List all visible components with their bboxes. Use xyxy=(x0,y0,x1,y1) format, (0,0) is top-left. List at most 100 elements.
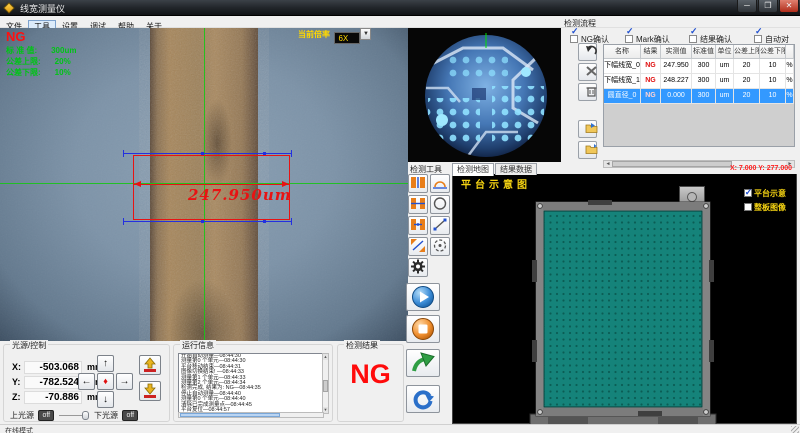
stage-up-icon[interactable] xyxy=(139,355,161,375)
upper-light-state[interactable]: off xyxy=(38,410,54,421)
checkbox-box-icon[interactable]: ✓ xyxy=(744,189,752,197)
minimize-icon[interactable]: ─ xyxy=(737,0,757,13)
cell-name: 下幅线宽_1 xyxy=(604,74,641,88)
delete-cross-icon[interactable] xyxy=(578,63,597,81)
menu-bar: 文件工具设置调试帮助关于 xyxy=(0,16,800,28)
lower-light-label: 下光源 xyxy=(94,411,118,420)
stop-icon[interactable] xyxy=(406,315,440,343)
camera-view[interactable]: 247.950um NG 标 准 值:300um公差上限:20%公差下限:10%… xyxy=(0,28,408,341)
column-header: 实测值 xyxy=(661,45,692,58)
maximize-icon[interactable]: ❐ xyxy=(758,0,778,13)
tab-map[interactable]: 检测地图 xyxy=(452,163,494,176)
cell-unit: um xyxy=(716,59,734,73)
log-panel-title: 运行信息 xyxy=(180,340,216,351)
cell-unit: um xyxy=(716,89,734,103)
table-row[interactable]: 圆直径_0NG0.000300um2010% xyxy=(604,89,794,104)
arrow-left-icon[interactable]: ← xyxy=(78,373,95,390)
folder-open-icon[interactable] xyxy=(578,120,597,138)
process-checkbox-row: ✓NG确认✓Mark确认✓结果确认✓自动对焦 xyxy=(564,29,796,40)
cell-result: NG xyxy=(641,74,661,88)
cell-standard: 300 xyxy=(692,89,716,103)
gear-icon[interactable] xyxy=(408,258,428,277)
cell-pct: % xyxy=(786,59,794,73)
camera-info-line: 公差下限:10% xyxy=(6,67,76,78)
rotate-icon[interactable] xyxy=(578,43,597,61)
play-icon[interactable] xyxy=(406,283,440,311)
microscope-round-view xyxy=(408,28,561,162)
checkbox-label: 结果确认 xyxy=(700,35,732,44)
width-measure2-icon[interactable] xyxy=(408,195,428,214)
process-panel-title: 检测流程 xyxy=(564,18,596,29)
measure-upper-line xyxy=(123,153,292,154)
app-window: 线宽测量仪 ─ ❐ ✕ 文件工具设置调试帮助关于 247. xyxy=(0,0,800,433)
cell-lower: 10 xyxy=(760,89,786,103)
folder-save-icon[interactable] xyxy=(578,141,597,159)
resize-grip[interactable] xyxy=(791,426,799,433)
table-empty-area xyxy=(604,104,794,146)
trash-icon[interactable] xyxy=(578,83,597,101)
lower-light-control: 下光源 off xyxy=(94,405,169,417)
map-overlay-整板图像[interactable]: 整板图像 xyxy=(744,202,786,213)
control-panel-title: 光源/控制 xyxy=(10,340,48,351)
lower-light-state[interactable]: off xyxy=(122,410,138,421)
platform-board xyxy=(528,200,718,433)
column-header: 标准值 xyxy=(692,45,716,58)
width-measure3-icon[interactable] xyxy=(408,216,428,235)
column-header xyxy=(786,45,794,58)
info-label: 公差上限: xyxy=(6,57,41,66)
control-panel: 光源/控制 X:-503.068mmY:-782.524mmZ:-70.886m… xyxy=(3,344,170,422)
point-circle-icon[interactable] xyxy=(430,237,450,256)
info-value: 10% xyxy=(55,68,71,77)
column-header: 单位 xyxy=(716,45,734,58)
axis-label: Z: xyxy=(12,392,24,402)
map-overlay-平台示意[interactable]: ✓ 平台示意 xyxy=(744,188,786,199)
arrow-up-icon[interactable]: ↑ xyxy=(97,355,114,372)
cell-standard: 300 xyxy=(692,74,716,88)
cell-name: 下幅线宽_0 xyxy=(604,59,641,73)
column-header: 名称 xyxy=(604,45,641,58)
tab-result-data[interactable]: 结果数据 xyxy=(495,163,537,175)
circle-measure-icon[interactable] xyxy=(430,195,450,214)
arrow-right-icon[interactable]: → xyxy=(116,373,133,390)
upper-light-slider[interactable] xyxy=(59,410,89,420)
table-row[interactable]: 下幅线宽_0NG247.950300um2010% xyxy=(604,59,794,74)
table-row[interactable]: 下幅线宽_1NG248.227300um2010% xyxy=(604,74,794,89)
chevron-down-icon[interactable]: ▼ xyxy=(360,28,371,40)
status-text: 在线模式 xyxy=(5,426,33,433)
camera-info-line: 标 准 值:300um xyxy=(6,45,76,56)
edge-dome-icon[interactable] xyxy=(430,174,450,193)
map-overlay-label: 整板图像 xyxy=(752,203,786,212)
cell-upper: 20 xyxy=(734,74,760,88)
magnification-select[interactable]: 6X xyxy=(334,32,360,44)
magnification-control: 当前倍率 6X▼ xyxy=(298,28,371,41)
axis-value: -70.886 xyxy=(24,391,82,404)
cell-upper: 20 xyxy=(734,89,760,103)
measure-lower-line xyxy=(123,221,292,222)
width-measure-icon[interactable] xyxy=(408,174,428,193)
info-value: 20% xyxy=(55,57,71,66)
upper-light-control: 上光源 off xyxy=(10,405,89,417)
check-mark-icon: ✓ xyxy=(745,187,753,198)
jump-arrow-icon[interactable] xyxy=(406,349,440,377)
close-icon[interactable]: ✕ xyxy=(779,0,799,13)
checkbox-box-icon[interactable]: ✓ xyxy=(570,35,578,43)
axis-label: Y: xyxy=(12,377,24,387)
checkbox-box-icon[interactable]: ✓ xyxy=(689,35,697,43)
cell-upper: 20 xyxy=(734,59,760,73)
info-label: 标 准 值: xyxy=(6,46,37,55)
column-header: 结果 xyxy=(641,45,661,58)
cell-pct: % xyxy=(786,74,794,88)
log-vertical-scrollbar[interactable]: ▲▼ xyxy=(322,353,329,414)
checkbox-box-icon[interactable] xyxy=(744,203,752,211)
checkbox-box-icon[interactable]: ✓ xyxy=(625,35,633,43)
diagonal-measure-icon[interactable] xyxy=(408,237,428,256)
log-horizontal-scrollbar[interactable] xyxy=(178,412,324,418)
checkbox-box-icon[interactable]: ✓ xyxy=(754,35,762,43)
cell-result: NG xyxy=(641,59,661,73)
window-title: 线宽测量仪 xyxy=(20,2,65,15)
log-list[interactable]: 开始自动测量—08:44:30测量第0 个单元—08:44:30平台移动结束—0… xyxy=(178,353,324,414)
stage-down-icon[interactable] xyxy=(139,381,161,401)
slant-line-icon[interactable] xyxy=(430,216,450,235)
center-point-icon[interactable]: ♦ xyxy=(97,373,114,390)
refresh-icon[interactable] xyxy=(406,385,440,413)
